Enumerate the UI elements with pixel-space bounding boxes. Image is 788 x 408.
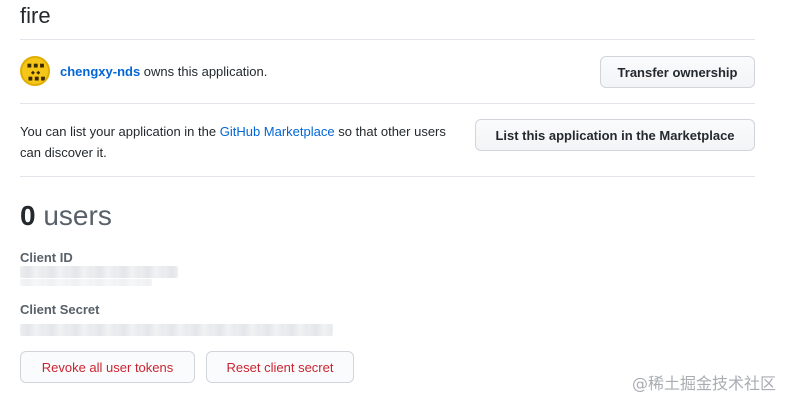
users-label: users [43,200,112,231]
list-in-marketplace-button[interactable]: List this application in the Marketplace [475,119,755,151]
divider [20,103,755,104]
owner-suffix: owns this application. [140,64,268,79]
client-id-label: Client ID [20,250,73,265]
reset-client-secret-button[interactable]: Reset client secret [206,351,354,383]
watermark: @稀土掘金技术社区 [631,374,776,393]
owner-line: chengxy-nds owns this application. [60,64,267,80]
marketplace-description: You can list your application in the Git… [20,121,460,163]
client-id-value-redacted [20,266,178,278]
users-count: 0 [20,200,36,231]
avatar[interactable]: ■ ■ ■ ◆ ◆ ■ ■ ■ [20,56,50,86]
client-id-value-redacted [20,279,152,286]
divider [20,176,755,177]
transfer-ownership-button[interactable]: Transfer ownership [600,56,755,88]
github-marketplace-link[interactable]: GitHub Marketplace [220,124,335,139]
revoke-all-user-tokens-button[interactable]: Revoke all user tokens [20,351,195,383]
marketplace-text-before: You can list your application in the [20,124,220,139]
divider [20,39,755,40]
client-secret-label: Client Secret [20,302,100,317]
users-count-heading: 0 users [20,199,112,233]
client-secret-value-redacted [20,324,333,336]
owner-username-link[interactable]: chengxy-nds [60,64,140,79]
app-title: fire [20,3,51,28]
